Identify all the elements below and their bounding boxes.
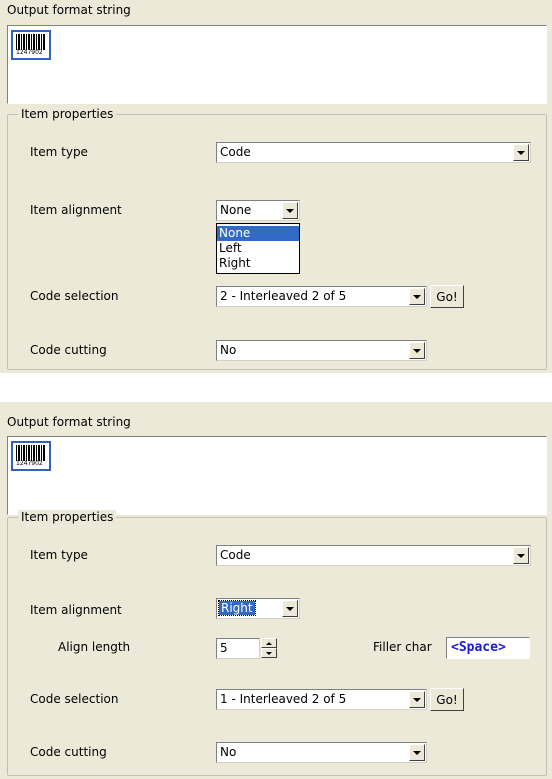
barcode-bars bbox=[16, 445, 45, 461]
chevron-down-icon[interactable] bbox=[513, 547, 529, 564]
item-alignment-dropdown-list[interactable]: None Left Right bbox=[216, 223, 300, 274]
code-selection-label: Code selection bbox=[30, 289, 119, 303]
alignment-option-left[interactable]: Left bbox=[217, 241, 299, 256]
code-cutting-label: Code cutting bbox=[30, 745, 107, 759]
barcode-item-icon[interactable]: 1247902 bbox=[11, 30, 51, 60]
barcode-bars bbox=[16, 34, 45, 50]
chevron-down-icon[interactable] bbox=[282, 600, 298, 617]
item-type-select[interactable]: Code bbox=[216, 545, 531, 566]
item-alignment-value: Right bbox=[218, 600, 256, 616]
item-alignment-label: Item alignment bbox=[30, 203, 122, 217]
filler-char-label: Filler char bbox=[373, 640, 432, 654]
align-length-spinner[interactable] bbox=[261, 638, 277, 659]
align-length-input[interactable]: 5 bbox=[216, 638, 260, 659]
go-button[interactable]: Go! bbox=[430, 285, 464, 308]
chevron-down-icon[interactable] bbox=[409, 691, 425, 708]
properties-panel-dropdown-open: Output format string 1247902 Item proper… bbox=[0, 0, 552, 373]
code-cutting-value: No bbox=[220, 343, 237, 357]
code-selection-select[interactable]: 1 - Interleaved 2 of 5 bbox=[216, 689, 427, 710]
filler-char-field[interactable]: <Space> bbox=[446, 637, 530, 659]
chevron-down-icon[interactable] bbox=[282, 202, 298, 219]
chevron-down-icon[interactable] bbox=[513, 144, 529, 161]
item-properties-legend: Item properties bbox=[18, 107, 117, 121]
code-cutting-value: No bbox=[220, 745, 237, 759]
item-alignment-select[interactable]: None bbox=[216, 200, 300, 221]
chevron-down-icon[interactable] bbox=[409, 288, 425, 305]
code-selection-value: 2 - Interleaved 2 of 5 bbox=[220, 289, 347, 303]
item-type-label: Item type bbox=[30, 548, 88, 562]
output-format-field[interactable]: 1247902 bbox=[7, 25, 547, 104]
output-format-field[interactable]: 1247902 bbox=[7, 436, 547, 515]
chevron-down-icon[interactable] bbox=[409, 342, 425, 359]
item-type-value: Code bbox=[220, 145, 251, 159]
output-format-label: Output format string bbox=[7, 415, 131, 429]
item-alignment-label: Item alignment bbox=[30, 603, 122, 617]
properties-panel-right-aligned: Output format string 1247902 Item proper… bbox=[0, 402, 552, 779]
spin-up-icon[interactable] bbox=[261, 638, 277, 648]
barcode-item-icon[interactable]: 1247902 bbox=[11, 441, 51, 471]
code-cutting-select[interactable]: No bbox=[216, 742, 427, 763]
item-alignment-select[interactable]: Right bbox=[216, 598, 300, 619]
output-format-label: Output format string bbox=[7, 3, 131, 17]
code-selection-value: 1 - Interleaved 2 of 5 bbox=[220, 692, 347, 706]
code-selection-select[interactable]: 2 - Interleaved 2 of 5 bbox=[216, 286, 427, 307]
item-type-value: Code bbox=[220, 548, 251, 562]
item-type-label: Item type bbox=[30, 145, 88, 159]
alignment-option-right[interactable]: Right bbox=[217, 256, 299, 271]
spin-down-icon[interactable] bbox=[261, 648, 277, 658]
barcode-digits: 1247902 bbox=[16, 49, 43, 56]
alignment-option-none[interactable]: None bbox=[217, 226, 299, 241]
item-type-select[interactable]: Code bbox=[216, 142, 531, 163]
align-length-value: 5 bbox=[220, 641, 228, 655]
item-properties-legend: Item properties bbox=[18, 510, 117, 524]
barcode-digits: 1247902 bbox=[16, 460, 43, 467]
align-length-label: Align length bbox=[58, 640, 131, 654]
chevron-down-icon[interactable] bbox=[409, 744, 425, 761]
code-selection-label: Code selection bbox=[30, 692, 119, 706]
item-alignment-value: None bbox=[220, 203, 252, 217]
code-cutting-select[interactable]: No bbox=[216, 340, 427, 361]
code-cutting-label: Code cutting bbox=[30, 343, 107, 357]
go-button[interactable]: Go! bbox=[430, 688, 464, 711]
